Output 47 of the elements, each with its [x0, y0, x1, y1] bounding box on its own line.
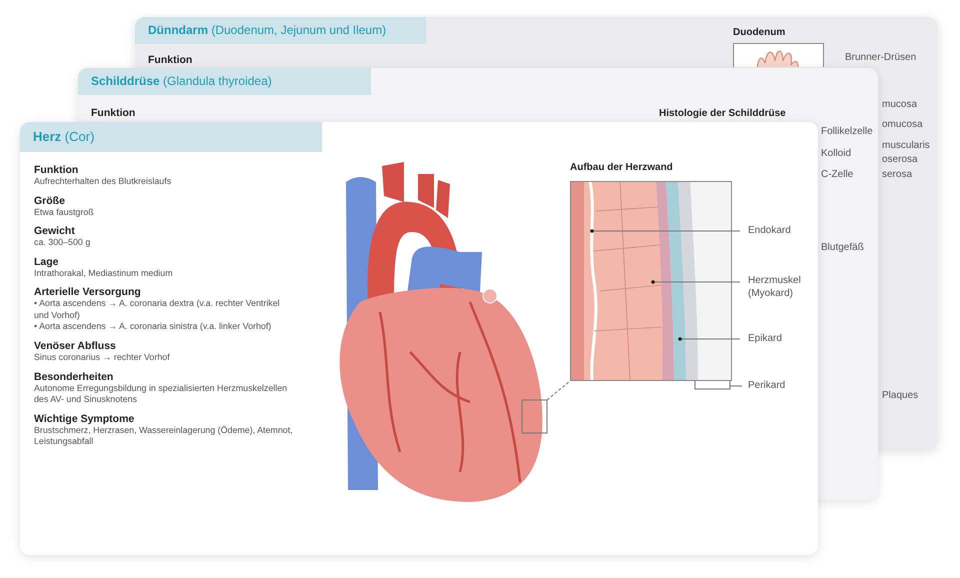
card-title: Dünndarm (Duodenum, Jejunum und Ileum)	[135, 17, 426, 44]
zoom-frame	[522, 400, 548, 434]
figure-label: Kolloid	[821, 148, 852, 159]
layer-label: Perikard	[748, 379, 786, 392]
section-text: • Aorta ascendens → A. coronaria sinistra (v.a. linker Vorhof)	[34, 321, 272, 334]
section-text: Autonome Erregungsbildung in spezialisierten Herzmuskelzellen des AV- und Sinusknotens	[34, 382, 288, 406]
card-title: Herz (Cor)	[20, 122, 322, 152]
layer-label: Epikard	[748, 332, 783, 345]
figure-label: mucosa	[882, 99, 918, 110]
leader-line	[546, 380, 570, 400]
section-heading: Besonderheiten	[34, 370, 114, 383]
section-text: Etwa faustgroß	[34, 206, 95, 218]
layer-label: Herzmuskel (Myokard)	[748, 274, 802, 300]
section-heading: Funktion	[148, 54, 192, 66]
section-text: ca. 300–500 g	[34, 237, 92, 249]
section-heading: Lage	[34, 256, 59, 268]
section-heading: Arterielle Versorgung	[34, 286, 141, 298]
figure-title: Duodenum	[733, 27, 786, 38]
section-text: Sinus coronarius → rechter Vorhof	[34, 352, 171, 364]
figure-label: muscularis	[882, 140, 930, 151]
figure-title: Aufbau der Herzwand	[570, 162, 673, 173]
marker-dot	[678, 337, 682, 341]
section-text: Brustschmerz, Herzrasen, Wassereinlagerung (Ödeme), Atemnot, Leistungsabfall	[34, 424, 294, 448]
section-heading: Funktion	[91, 107, 136, 119]
section-heading: Gewicht	[34, 225, 75, 238]
figure-title: Histologie der Schilddrüse	[659, 108, 786, 119]
figure-label: Brunner-Drüsen	[845, 52, 916, 63]
figure-label: Blutgefäß	[821, 242, 864, 253]
leader-line	[680, 338, 740, 340]
figure-label: serosa	[882, 169, 912, 180]
bracket-line	[694, 380, 742, 390]
figure-label: Plaques	[882, 390, 918, 401]
card-title: Schilddrüse (Glandula thyroidea)	[78, 68, 371, 95]
section-heading: Funktion	[34, 164, 78, 176]
section-text: Intrathorakal, Mediastinum medium	[34, 268, 174, 280]
section-text: • Aorta ascendens → A. coronaria dextra (v.a. rechter Ventrikel und Vorhof)	[34, 298, 281, 322]
figure-label: Follikelzelle	[821, 126, 873, 137]
section-text: Aufrechterhalten des Blutkreislaufs	[34, 176, 172, 188]
figure-label: C-Zelle	[821, 169, 854, 180]
layer-label: Endokard	[748, 224, 792, 237]
figure-label: oserosa	[882, 154, 918, 165]
marker-dot	[651, 280, 655, 284]
section-heading: Größe	[34, 194, 65, 207]
section-heading: Venöser Abfluss	[34, 340, 116, 352]
marker-dot	[590, 229, 594, 233]
figure-label: omucosa	[882, 119, 923, 130]
section-heading: Wichtige Symptome	[34, 412, 134, 425]
